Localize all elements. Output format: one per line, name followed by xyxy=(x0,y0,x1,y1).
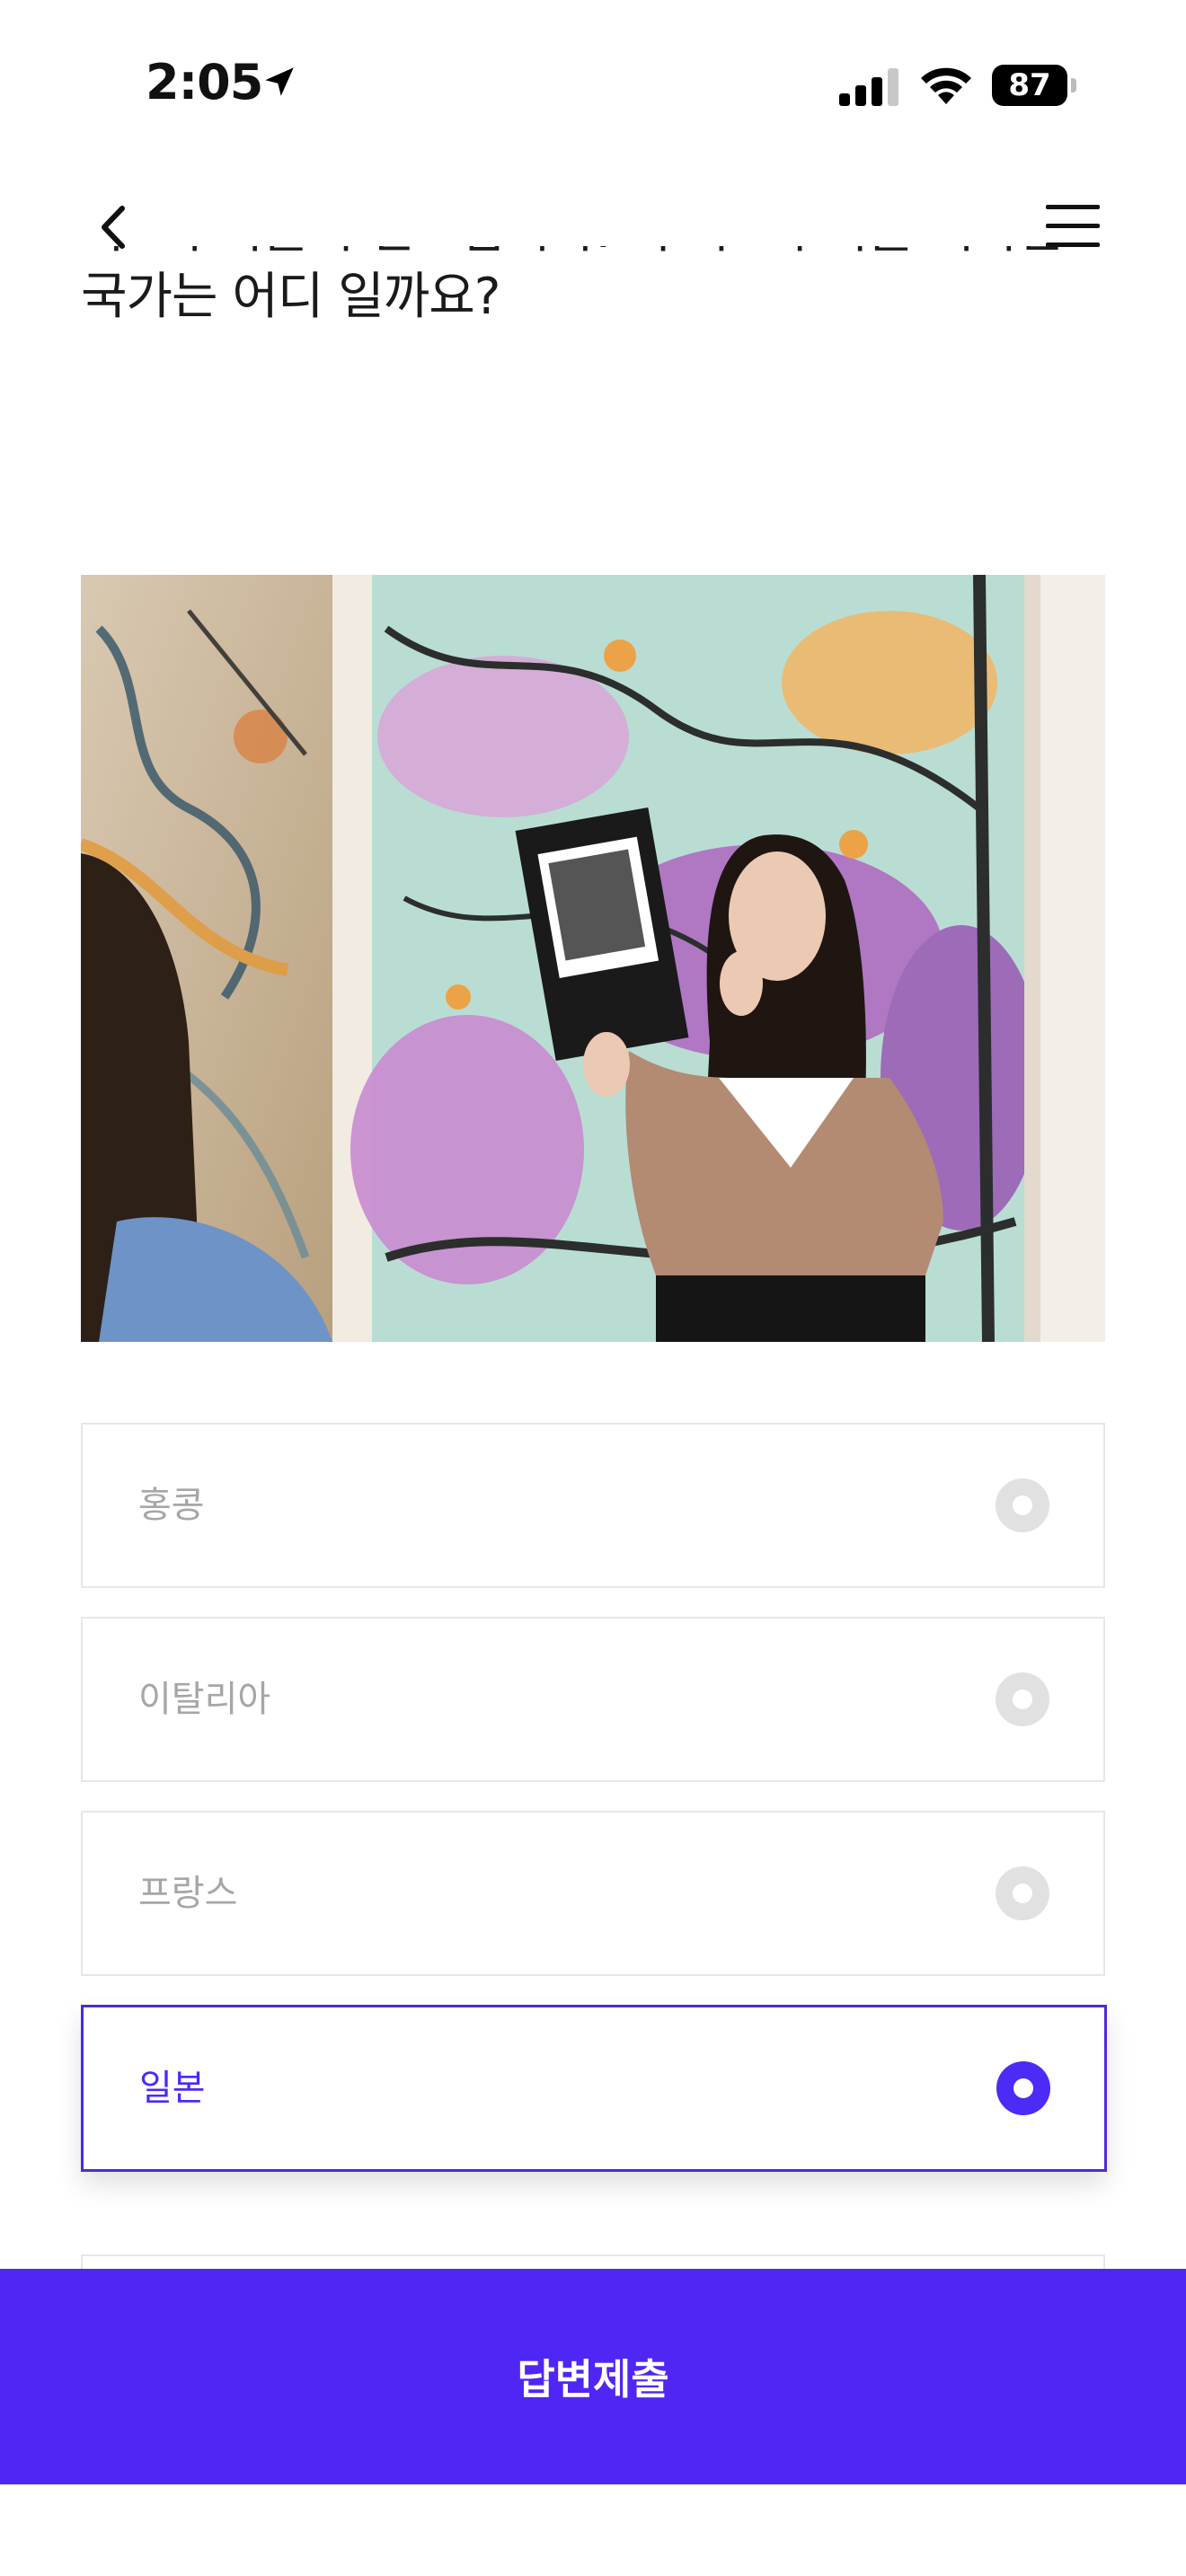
radio-icon xyxy=(996,1478,1049,1532)
radio-icon xyxy=(996,1672,1049,1726)
option-japan[interactable]: 일본 xyxy=(81,2005,1107,2172)
signal-icon xyxy=(839,68,898,106)
option-france[interactable]: 프랑스 xyxy=(81,1811,1105,1976)
submit-answer-button[interactable]: 답변제출 xyxy=(0,2269,1186,2484)
back-button[interactable] xyxy=(86,196,140,259)
battery-icon: 87 xyxy=(992,65,1076,106)
option-label: 이탈리아 xyxy=(138,1679,271,1720)
option-hongkong[interactable]: 홍콩 xyxy=(81,1423,1105,1588)
status-time: 2:05 xyxy=(146,54,263,110)
nav-bar xyxy=(0,171,1186,246)
home-indicator-area xyxy=(0,2484,1186,2576)
radio-selected-icon xyxy=(996,2061,1050,2115)
art-tour-photo xyxy=(81,575,1105,1342)
option-label: 프랑스 xyxy=(138,1873,238,1914)
option-label: 홍콩 xyxy=(138,1485,205,1526)
location-arrow-icon xyxy=(265,67,294,96)
status-bar: 2:05 87 xyxy=(0,0,1186,171)
wifi-icon xyxy=(921,67,971,104)
option-label: 일본 xyxy=(139,2068,206,2109)
battery-level: 87 xyxy=(992,65,1067,106)
back-chevron-icon xyxy=(102,206,125,249)
hamburger-menu-button[interactable] xyxy=(1042,199,1103,253)
option-italy[interactable]: 이탈리아 xyxy=(81,1617,1105,1782)
art-tour-photo-illustration xyxy=(81,575,1105,1342)
radio-icon xyxy=(996,1866,1049,1920)
question-container: 관심있는 분들을 위해 미술 전문가와 동행하는 아트투어를 추천드립니다. 이… xyxy=(81,225,1114,494)
